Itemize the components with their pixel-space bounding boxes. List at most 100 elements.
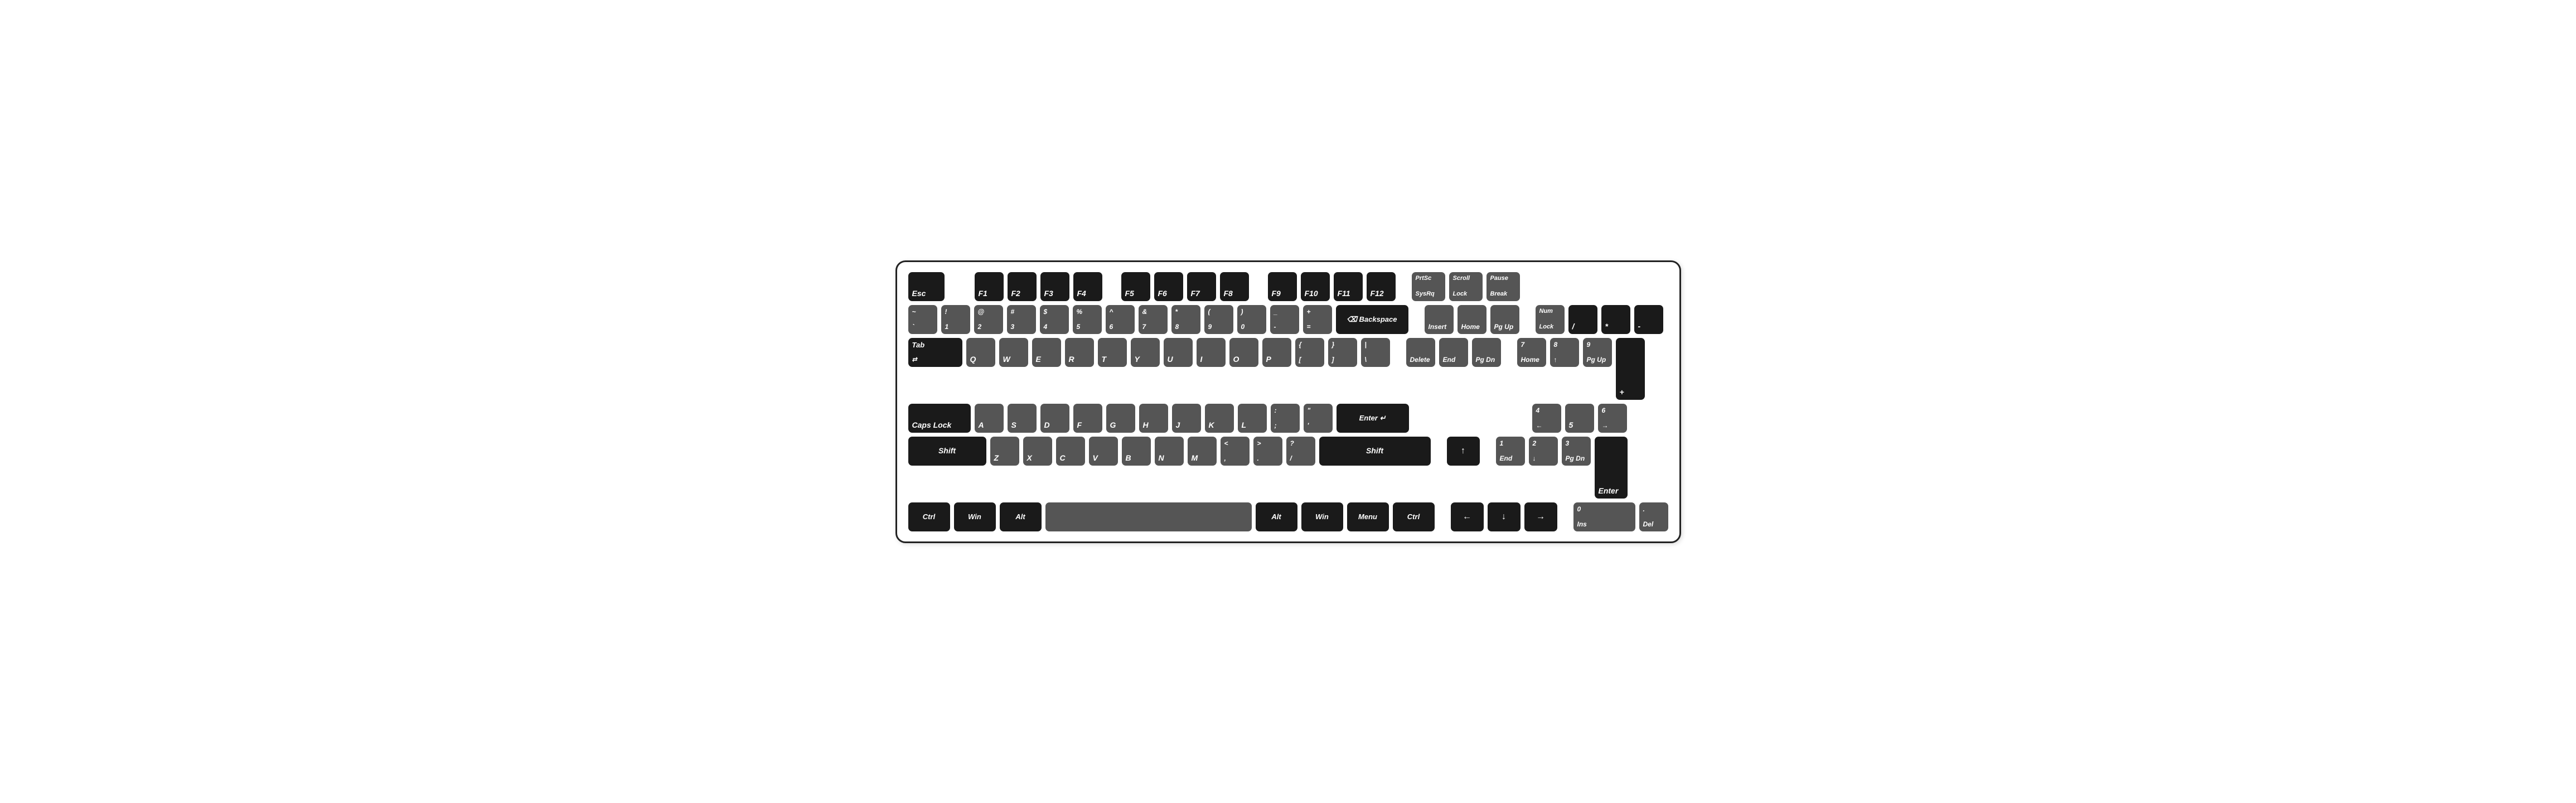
key-8[interactable]: * 8 xyxy=(1171,305,1200,334)
key-ralt[interactable]: Alt xyxy=(1256,502,1297,531)
key-f12[interactable]: F12 xyxy=(1367,272,1396,301)
key-f8[interactable]: F8 xyxy=(1220,272,1249,301)
key-num8[interactable]: 8 ↑ xyxy=(1550,338,1579,367)
key-g[interactable]: G xyxy=(1106,404,1135,433)
key-rshift[interactable]: Shift xyxy=(1319,437,1431,466)
key-pause[interactable]: Pause Break xyxy=(1486,272,1520,301)
key-x[interactable]: X xyxy=(1023,437,1052,466)
key-uparrow[interactable]: ↑ xyxy=(1447,437,1480,466)
key-capslock[interactable]: Caps Lock xyxy=(908,404,971,433)
key-j[interactable]: J xyxy=(1172,404,1201,433)
key-4[interactable]: $ 4 xyxy=(1040,305,1069,334)
key-lalt[interactable]: Alt xyxy=(1000,502,1042,531)
key-r[interactable]: R xyxy=(1065,338,1094,367)
key-2[interactable]: @ 2 xyxy=(974,305,1003,334)
key-w[interactable]: W xyxy=(999,338,1028,367)
key-backspace[interactable]: ⌫ Backspace xyxy=(1336,305,1408,334)
key-u[interactable]: U xyxy=(1164,338,1193,367)
key-f3[interactable]: F3 xyxy=(1040,272,1069,301)
key-f4[interactable]: F4 xyxy=(1073,272,1102,301)
key-quote[interactable]: " ' xyxy=(1304,404,1333,433)
key-e[interactable]: E xyxy=(1032,338,1061,367)
key-downarrow[interactable]: ↓ xyxy=(1488,502,1521,531)
key-rightarrow[interactable]: → xyxy=(1524,502,1557,531)
key-lwin[interactable]: Win xyxy=(954,502,996,531)
key-equal[interactable]: + = xyxy=(1303,305,1332,334)
key-f1[interactable]: F1 xyxy=(975,272,1004,301)
key-f5[interactable]: F5 xyxy=(1121,272,1150,301)
key-insert[interactable]: Insert xyxy=(1425,305,1454,334)
key-3[interactable]: # 3 xyxy=(1007,305,1036,334)
key-num4[interactable]: 4 ← xyxy=(1532,404,1561,433)
key-comma[interactable]: < , xyxy=(1221,437,1250,466)
key-h[interactable]: H xyxy=(1139,404,1168,433)
key-f10[interactable]: F10 xyxy=(1301,272,1330,301)
key-minus[interactable]: _ - xyxy=(1270,305,1299,334)
key-9[interactable]: ( 9 xyxy=(1204,305,1233,334)
key-rctrl[interactable]: Ctrl xyxy=(1393,502,1435,531)
key-p[interactable]: P xyxy=(1262,338,1291,367)
key-numdot[interactable]: . Del xyxy=(1639,502,1668,531)
key-i[interactable]: I xyxy=(1197,338,1226,367)
key-home[interactable]: Home xyxy=(1458,305,1486,334)
key-numenter[interactable]: Enter xyxy=(1595,437,1628,499)
key-s[interactable]: S xyxy=(1008,404,1037,433)
key-numlock[interactable]: Num Lock xyxy=(1536,305,1565,334)
key-num2[interactable]: 2 ↓ xyxy=(1529,437,1558,466)
key-o[interactable]: O xyxy=(1229,338,1258,367)
key-f[interactable]: F xyxy=(1073,404,1102,433)
key-m[interactable]: M xyxy=(1188,437,1217,466)
key-space[interactable] xyxy=(1045,502,1252,531)
key-end[interactable]: End xyxy=(1439,338,1468,367)
key-num9[interactable]: 9 Pg Up xyxy=(1583,338,1612,367)
key-rbracket[interactable]: } ] xyxy=(1328,338,1357,367)
key-numplus[interactable]: + xyxy=(1616,338,1645,400)
key-period[interactable]: > . xyxy=(1253,437,1282,466)
key-pgdn[interactable]: Pg Dn xyxy=(1472,338,1501,367)
key-t[interactable]: T xyxy=(1098,338,1127,367)
key-a[interactable]: A xyxy=(975,404,1004,433)
key-l[interactable]: L xyxy=(1238,404,1267,433)
key-1[interactable]: ! 1 xyxy=(941,305,970,334)
key-lshift[interactable]: Shift xyxy=(908,437,986,466)
key-backslash[interactable]: | \ xyxy=(1361,338,1390,367)
key-rwin[interactable]: Win xyxy=(1301,502,1343,531)
key-tab[interactable]: Tab ⇄ xyxy=(908,338,962,367)
key-f9[interactable]: F9 xyxy=(1268,272,1297,301)
key-numslash[interactable]: / xyxy=(1568,305,1597,334)
key-n[interactable]: N xyxy=(1155,437,1184,466)
key-v[interactable]: V xyxy=(1089,437,1118,466)
key-delete[interactable]: Delete xyxy=(1406,338,1435,367)
key-q[interactable]: Q xyxy=(966,338,995,367)
key-f11[interactable]: F11 xyxy=(1334,272,1363,301)
key-enter[interactable]: Enter ↵ xyxy=(1337,404,1409,433)
key-5[interactable]: % 5 xyxy=(1073,305,1102,334)
key-leftarrow[interactable]: ← xyxy=(1451,502,1484,531)
key-7[interactable]: & 7 xyxy=(1139,305,1168,334)
key-menu[interactable]: Menu xyxy=(1347,502,1389,531)
key-num3[interactable]: 3 Pg Dn xyxy=(1562,437,1591,466)
key-b[interactable]: B xyxy=(1122,437,1151,466)
key-lctrl[interactable]: Ctrl xyxy=(908,502,950,531)
key-num5[interactable]: 5 xyxy=(1565,404,1594,433)
key-scroll[interactable]: Scroll Lock xyxy=(1449,272,1483,301)
key-prtsc[interactable]: PrtSc SysRq xyxy=(1412,272,1445,301)
key-backtick[interactable]: ~ ` xyxy=(908,305,937,334)
key-f2[interactable]: F2 xyxy=(1008,272,1037,301)
key-num6[interactable]: 6 → xyxy=(1598,404,1627,433)
key-num0[interactable]: 0 Ins xyxy=(1573,502,1635,531)
key-6[interactable]: ^ 6 xyxy=(1106,305,1135,334)
key-f7[interactable]: F7 xyxy=(1187,272,1216,301)
key-z[interactable]: Z xyxy=(990,437,1019,466)
key-slash[interactable]: ? / xyxy=(1286,437,1315,466)
key-c[interactable]: C xyxy=(1056,437,1085,466)
key-num1[interactable]: 1 End xyxy=(1496,437,1525,466)
key-k[interactable]: K xyxy=(1205,404,1234,433)
key-esc[interactable]: Esc xyxy=(908,272,945,301)
key-pgup[interactable]: Pg Up xyxy=(1490,305,1519,334)
key-lbracket[interactable]: { [ xyxy=(1295,338,1324,367)
key-y[interactable]: Y xyxy=(1131,338,1160,367)
key-numstar[interactable]: * xyxy=(1601,305,1630,334)
key-f6[interactable]: F6 xyxy=(1154,272,1183,301)
key-0[interactable]: ) 0 xyxy=(1237,305,1266,334)
